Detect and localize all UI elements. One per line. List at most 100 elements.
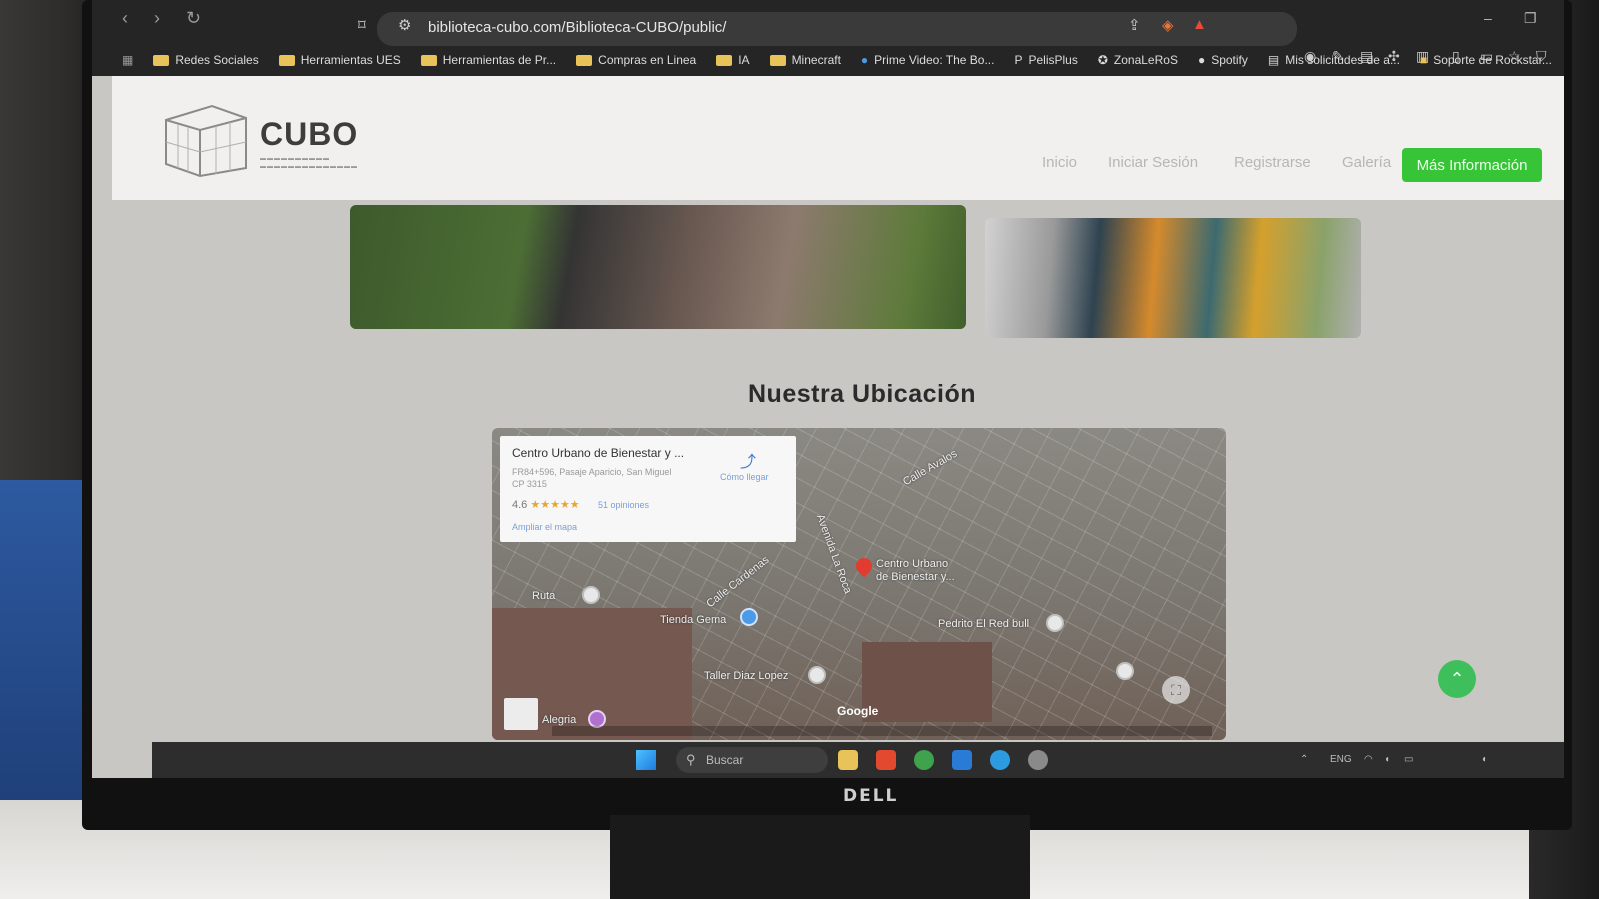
logo-tagline: ▬▬▬▬▬▬▬▬▬▬▬▬▬▬: [260, 164, 358, 170]
logo-name[interactable]: CUBO: [260, 116, 358, 153]
section-title: Nuestra Ubicación: [748, 380, 977, 408]
mas-informacion-button[interactable]: Más Información: [1402, 148, 1542, 182]
folder-icon: [278, 54, 295, 66]
map-poi-icon[interactable]: [808, 666, 826, 684]
minimize-icon[interactable]: –: [1484, 10, 1492, 26]
gallery-photo-plaza: [350, 205, 966, 329]
map-place-label: Tienda Gema: [660, 614, 727, 626]
location-map[interactable]: Centro Urbano de Bienestar y ... FR84+59…: [492, 428, 1226, 740]
nav-galeria[interactable]: Galería: [1342, 154, 1391, 171]
reviews-link[interactable]: 51 opiniones: [598, 500, 649, 510]
battery-icon[interactable]: ▭: [1404, 754, 1413, 765]
map-layer-toggle[interactable]: [504, 698, 538, 730]
pelisplus-icon: P: [1014, 53, 1023, 67]
expand-map-link[interactable]: Ampliar el mapa: [512, 522, 577, 532]
bookmark-item[interactable]: ■ Soporte de Rockstar...: [1420, 53, 1552, 67]
place-title: Centro Urbano de Bienestar y ...: [512, 446, 685, 460]
browser-chrome: ‹ › ↻ ⌑ ⚙ biblioteca-cubo.com/Biblioteca…: [92, 0, 1564, 76]
place-rating: 4.6 ★★★★★: [512, 499, 580, 511]
bookmark-item[interactable]: Herramientas de Pr...: [420, 53, 556, 67]
language-indicator[interactable]: ENG: [1330, 754, 1352, 765]
settings-icon[interactable]: [1028, 750, 1048, 770]
shop-poi-icon[interactable]: [740, 608, 758, 626]
bookmark-item[interactable]: ● Spotify: [1198, 53, 1248, 67]
forward-icon[interactable]: ›: [154, 8, 160, 29]
brave-rewards-icon[interactable]: ▲: [1192, 16, 1207, 33]
map-field: [862, 642, 992, 722]
directions-link[interactable]: Cómo llegar: [720, 472, 769, 482]
map-place-label: Alegria: [542, 714, 577, 726]
taskbar-search[interactable]: ⚲ Buscar: [676, 747, 828, 773]
bookmark-item[interactable]: P PelisPlus: [1014, 53, 1077, 67]
bookmark-item[interactable]: Compras en Linea: [576, 53, 696, 67]
bookmark-item[interactable]: IA: [716, 53, 750, 67]
screen: ‹ › ↻ ⌑ ⚙ biblioteca-cubo.com/Biblioteca…: [92, 0, 1564, 778]
map-street-label: Avenida La Roca: [813, 512, 854, 596]
folder-icon: [420, 54, 437, 66]
bookmark-item[interactable]: Redes Sociales: [153, 53, 259, 67]
search-placeholder: Buscar: [706, 753, 744, 767]
fullscreen-icon[interactable]: ⛶: [1162, 676, 1190, 704]
windows-start-icon[interactable]: [636, 750, 656, 770]
site-info-icon[interactable]: ⚙: [398, 16, 411, 34]
share-icon[interactable]: ⇪: [1128, 16, 1141, 34]
url-text[interactable]: biblioteca-cubo.com/Biblioteca-CUBO/publ…: [428, 19, 726, 36]
site-header: CUBO ▬▬▬▬▬▬▬▬▬▬ ▬▬▬▬▬▬▬▬▬▬▬▬▬▬ Inicio In…: [112, 76, 1564, 200]
tray-chevron-icon[interactable]: ⌃: [1300, 754, 1308, 765]
nav-registrarse[interactable]: Registrarse: [1234, 154, 1311, 171]
bookmark-icon[interactable]: ⌑: [358, 16, 366, 34]
nav-iniciar-sesion[interactable]: Iniciar Sesión: [1108, 154, 1198, 171]
monitor-stand: [610, 815, 1030, 899]
map-place-label: Pedrito El Red bull: [938, 618, 1030, 630]
request-icon: ▤: [1267, 53, 1280, 67]
file-explorer-icon[interactable]: [838, 750, 858, 770]
nav-inicio[interactable]: Inicio: [1042, 154, 1077, 171]
place-address: FR84+596, Pasaje Aparicio, San Miguel CP…: [512, 467, 672, 489]
directions-icon[interactable]: ⤴: [740, 448, 756, 472]
back-icon[interactable]: ‹: [122, 8, 128, 29]
map-poi-icon[interactable]: [1046, 614, 1064, 632]
map-street-label: Calle Avalos: [901, 447, 960, 489]
chrome-icon[interactable]: [914, 750, 934, 770]
rating-stars-icon: ★★★★★: [530, 499, 580, 511]
map-place-label: Centro Urbano: [876, 558, 949, 570]
notifications-icon[interactable]: ◐: [1482, 754, 1488, 765]
taskbar: ⚲ Buscar ⌃ ENG ◠ ◖ ▭ ◐: [152, 742, 1564, 778]
bookmark-item[interactable]: ● Prime Video: The Bo...: [861, 53, 995, 67]
google-logo: Google: [837, 704, 879, 718]
location-pin-icon[interactable]: [852, 554, 876, 578]
folder-icon: [153, 54, 170, 66]
brave-icon[interactable]: [876, 750, 896, 770]
edge-icon[interactable]: [990, 750, 1010, 770]
network-icon[interactable]: ◠: [1364, 754, 1373, 765]
bookmark-item[interactable]: Minecraft: [769, 53, 841, 67]
place-card: Centro Urbano de Bienestar y ... FR84+59…: [500, 436, 796, 542]
map-place-label: Taller Diaz Lopez: [704, 670, 789, 682]
reload-icon[interactable]: ↻: [186, 8, 201, 29]
bookmark-item[interactable]: Herramientas UES: [278, 53, 401, 67]
folder-icon: [716, 54, 733, 66]
scroll-to-top-icon[interactable]: ⌃: [1438, 660, 1476, 698]
gallery-photo-building: [985, 218, 1361, 338]
bookmarks-bar: ▦ Redes Sociales Herramientas UES Herram…: [122, 48, 1552, 72]
brave-shield-icon[interactable]: ◈: [1162, 16, 1174, 34]
map-poi-icon[interactable]: [582, 586, 600, 604]
vscode-icon[interactable]: [952, 750, 972, 770]
bookmark-item[interactable]: ▤ Mis solicitudes de a...: [1268, 53, 1400, 67]
map-street-label: Calle Cardenas: [704, 553, 772, 611]
prime-video-icon: ●: [860, 53, 869, 67]
map-poi-icon[interactable]: [1116, 662, 1134, 680]
search-icon: ⚲: [686, 752, 696, 767]
map-place-label: de Bienestar y...: [876, 571, 955, 583]
bookmark-item[interactable]: ✪ ZonaLeRoS: [1098, 53, 1178, 67]
volume-icon[interactable]: ◖: [1384, 754, 1390, 765]
cubo-logo-icon[interactable]: [160, 98, 248, 178]
zonaleros-icon: ✪: [1097, 53, 1108, 67]
folder-icon: [769, 54, 786, 66]
monitor-brand: DELL: [843, 786, 899, 806]
map-place-label: Ruta: [532, 590, 556, 602]
apps-grid-icon[interactable]: ▦: [122, 53, 133, 67]
map-attribution: [552, 726, 1212, 736]
restore-icon[interactable]: ❐: [1524, 10, 1537, 27]
logo-tagline: ▬▬▬▬▬▬▬▬▬▬: [260, 156, 330, 162]
